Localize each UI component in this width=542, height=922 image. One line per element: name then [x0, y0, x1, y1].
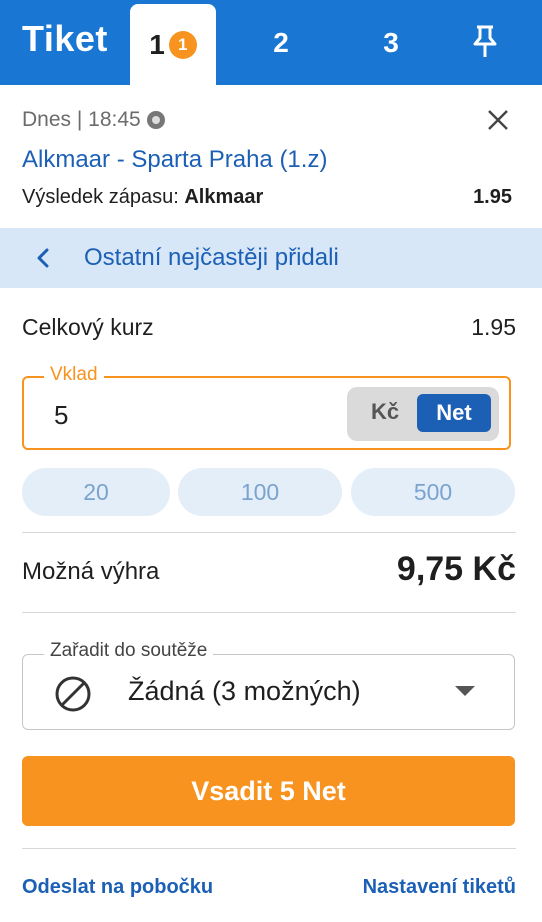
- place-bet-button[interactable]: Vsadit 5 Net: [22, 756, 515, 826]
- tab-label: 2: [273, 26, 289, 58]
- popular-additions-bar[interactable]: Ostatní nejčastěji přidali: [0, 228, 542, 288]
- send-to-branch-link[interactable]: Odeslat na pobočku: [22, 876, 213, 899]
- competition-label: Zařadit do soutěže: [44, 640, 214, 662]
- pin-icon[interactable]: [468, 24, 502, 60]
- market-label: Výsledek zápasu:: [22, 186, 179, 208]
- stake-value[interactable]: 5: [54, 400, 68, 431]
- event-meta: Dnes | 18:45: [22, 108, 165, 132]
- stake-label: Vklad: [44, 364, 104, 386]
- selection-text: Výsledek zápasu: Alkmaar: [22, 186, 263, 209]
- selection-odds: 1.95: [473, 186, 512, 208]
- currency-option-kc[interactable]: Kč: [371, 399, 399, 425]
- tab-ticket-2[interactable]: 2: [236, 0, 326, 85]
- total-odds-value: 1.95: [471, 314, 516, 340]
- tab-label: 1: [149, 28, 165, 60]
- divider: [22, 532, 516, 533]
- possible-win-label: Možná výhra: [22, 558, 160, 585]
- quick-stake-20[interactable]: 20: [22, 468, 170, 516]
- tab-ticket-3[interactable]: 3: [346, 0, 436, 85]
- divider: [22, 848, 516, 849]
- match-link[interactable]: Alkmaar - Sparta Praha (1.z): [22, 146, 327, 174]
- selection-name: Alkmaar: [184, 186, 264, 208]
- possible-win-value: 9,75 Kč: [396, 550, 516, 588]
- soccer-ball-icon: [146, 111, 165, 129]
- ticket-header: Tiket 1 1 2 3: [0, 0, 542, 85]
- tab-ticket-1[interactable]: 1 1: [130, 4, 216, 85]
- tab-label: 3: [383, 26, 399, 58]
- competition-value: Žádná (3 možných): [128, 676, 361, 706]
- currency-option-net[interactable]: Net: [417, 394, 491, 432]
- total-odds-label: Celkový kurz: [22, 314, 154, 340]
- quick-stake-100[interactable]: 100: [178, 468, 342, 516]
- chevron-left-icon: [37, 248, 49, 268]
- total-odds-row: Celkový kurz 1.95: [22, 314, 516, 341]
- divider: [22, 612, 516, 613]
- ticket-settings-link[interactable]: Nastavení tiketů: [363, 876, 516, 899]
- close-icon[interactable]: [486, 108, 510, 132]
- ticket-title: Tiket: [22, 18, 108, 59]
- tab-count-badge: 1: [168, 30, 197, 59]
- popular-label: Ostatní nejčastěji přidali: [84, 244, 339, 271]
- selection-row: Výsledek zápasu: Alkmaar 1.95: [22, 186, 512, 209]
- event-time: Dnes | 18:45: [22, 108, 141, 131]
- quick-stake-500[interactable]: 500: [351, 468, 515, 516]
- dropdown-caret-icon: [455, 686, 475, 696]
- block-icon: [55, 676, 91, 712]
